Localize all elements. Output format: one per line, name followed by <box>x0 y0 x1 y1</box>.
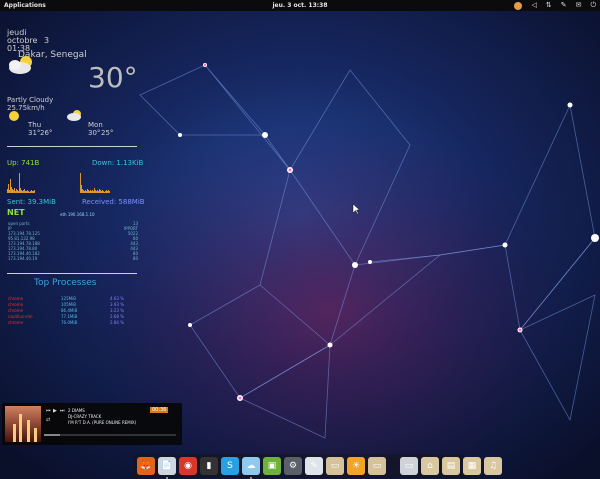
power-icon[interactable]: ⏻ <box>590 0 596 11</box>
firefox-icon[interactable]: 🦊 <box>137 457 155 475</box>
net-section-title: NET <box>7 208 25 217</box>
process-row: nautilus-slm 77.1MiB 2.68 % <box>8 314 124 319</box>
process-cpu: 3.93 % <box>110 302 124 307</box>
forecast-high-2: 25° <box>101 129 114 137</box>
display-icon[interactable]: ▭ <box>400 457 418 475</box>
files-icon[interactable]: 📄 <box>158 457 176 479</box>
process-cpu: 2.68 % <box>110 314 124 319</box>
process-row: chrome 105MiB 3.93 % <box>8 302 124 307</box>
process-name: chrome <box>8 302 24 307</box>
connection-port: 80 <box>132 256 138 261</box>
sun-icon <box>9 111 19 121</box>
ip-address: eth 190.168.1.10 <box>60 212 95 217</box>
folder-icon-2[interactable]: ▭ <box>368 457 386 475</box>
sun-icon[interactable]: ☀ <box>347 457 365 475</box>
cloud-icon[interactable]: ☁ <box>242 457 260 479</box>
top-panel: Applications jeu. 3 oct. 13:38 ◁ ⇅ ✎ ✉ ⏻ <box>0 0 600 11</box>
process-cpu: 4.63 % <box>110 296 124 301</box>
editor-icon[interactable]: ✎ <box>305 457 323 475</box>
track-time: 00:36 <box>150 407 169 413</box>
download-graph <box>80 171 110 193</box>
received-total: Received: 588MiB <box>82 198 145 206</box>
upload-graph <box>7 171 35 193</box>
dock: 🦊 📄 ◉ ▮ S ☁ ▣ ⚙ ✎ ▭ ☀ ▭ ▭ ⌂ ▤ ▦ ♫ <box>133 454 502 479</box>
network-icon[interactable]: ⇅ <box>546 0 552 11</box>
folder-music-icon[interactable]: ♫ <box>484 457 502 475</box>
folder-docs-icon[interactable]: ▤ <box>442 457 460 475</box>
settings-icon[interactable]: ⚙ <box>284 457 302 475</box>
process-memory: 125MiB <box>61 296 76 301</box>
divider <box>7 146 137 147</box>
system-tray: ◁ ⇅ ✎ ✉ ⏻ <box>514 0 596 11</box>
sent-total: Sent: 39.3MiB <box>7 198 56 206</box>
previous-button[interactable]: ⏮ <box>46 408 51 414</box>
folder-images-icon[interactable]: ▦ <box>463 457 481 475</box>
process-memory: 76.0MiB <box>61 320 78 325</box>
process-name: chrome <box>8 308 24 313</box>
connection-address: 173.194.40.19 <box>8 256 38 261</box>
forecast-low-1: 31° <box>28 129 41 137</box>
process-memory: 86.4MiB <box>61 308 78 313</box>
sound-icon[interactable]: ◁ <box>531 0 536 11</box>
track-progress[interactable] <box>44 434 176 436</box>
date-number: 3 <box>44 36 50 45</box>
conky-widget: jeudi octobre 3 01:38 Dakar, Senegal 30°… <box>0 11 145 325</box>
top-processes-title: Top Processes <box>34 278 97 288</box>
skype-icon[interactable]: S <box>221 457 239 475</box>
partly-cloudy-small-icon <box>67 110 81 121</box>
forecast-high-1: 26° <box>40 129 53 137</box>
next-button[interactable]: ⏭ <box>60 408 65 414</box>
connection-row: 173.194.40.19 80 <box>8 256 138 261</box>
partly-cloudy-icon <box>9 56 32 74</box>
terminal-icon[interactable]: ▮ <box>200 457 218 475</box>
download-speed: Down: 1.13KiB <box>92 159 144 167</box>
android-icon[interactable]: ▣ <box>263 457 281 475</box>
upload-speed: Up: 741B <box>7 159 40 167</box>
forecast-day-2: Mon <box>88 121 103 129</box>
process-row: chrome 125MiB 4.63 % <box>8 296 124 301</box>
process-cpu: 3.23 % <box>110 308 124 313</box>
connections-table: open ports 13 IP IPPORT 173.194.78.125 5022 95… <box>8 221 138 261</box>
process-cpu: 2.84 % <box>110 320 124 325</box>
track-title: I'M R'T D.A. (PURE ONLINE REMIX) <box>68 420 137 425</box>
process-memory: 105MiB <box>61 302 76 307</box>
applications-menu[interactable]: Applications <box>4 2 46 9</box>
mail-icon[interactable]: ✉ <box>576 0 582 11</box>
chrome-icon[interactable]: ◉ <box>179 457 197 475</box>
process-row: chrome 86.4MiB 3.23 % <box>8 308 124 313</box>
avatar-icon[interactable] <box>514 1 523 10</box>
process-name: chrome <box>8 296 24 301</box>
process-name: nautilus-slm <box>8 314 33 319</box>
pen-icon[interactable]: ✎ <box>561 0 567 11</box>
track-progress-fill <box>44 434 60 436</box>
process-row: chrome 76.0MiB 2.84 % <box>8 320 124 325</box>
forecast-low-2: 30° <box>88 129 101 137</box>
clock[interactable]: jeu. 3 oct. 13:38 <box>250 2 350 9</box>
music-player-widget: ⏮ ▶ ⏭ ⇄ 2 DIAMS DJ-CRAZY TRACK I'M R'T D… <box>2 403 182 445</box>
album-art <box>5 406 41 442</box>
current-temperature: 30° <box>88 61 138 94</box>
condition-label: Partly Cloudy <box>7 96 54 104</box>
divider-2 <box>7 273 137 274</box>
folder-home-icon[interactable]: ⌂ <box>421 457 439 475</box>
play-button[interactable]: ▶ <box>53 408 57 414</box>
shuffle-icon[interactable]: ⇄ <box>46 417 50 423</box>
process-name: chrome <box>8 320 24 325</box>
process-memory: 77.1MiB <box>61 314 78 319</box>
folder-icon[interactable]: ▭ <box>326 457 344 475</box>
forecast-day-1: Thu <box>28 121 42 129</box>
